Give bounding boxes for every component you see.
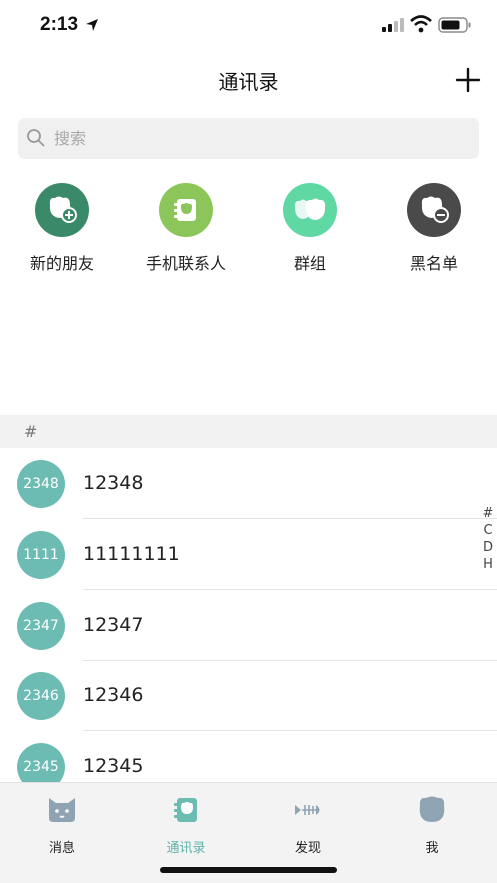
tab-me[interactable]: 我: [382, 795, 482, 856]
quick-entry-label: 手机联系人: [145, 254, 226, 273]
contact-name: 12346: [83, 684, 144, 706]
quick-entry-new-friends[interactable]: 新的朋友: [2, 183, 122, 274]
status-bar: 2:13: [0, 0, 497, 56]
quick-entry-label: 黑名单: [409, 254, 458, 273]
section-index-label: #: [24, 422, 38, 441]
quick-entry-label: 新的朋友: [29, 254, 94, 273]
group-icon: [283, 183, 337, 237]
avatar: 2348: [17, 460, 65, 508]
tab-discover[interactable]: 发现: [258, 795, 358, 856]
wifi-icon: [410, 15, 432, 33]
tab-messages[interactable]: 消息: [12, 795, 112, 856]
contact-row[interactable]: 1111 11111111: [0, 519, 497, 590]
nav-bar: 通讯录: [0, 56, 497, 104]
contact-name: 12348: [83, 472, 144, 494]
page-title: 通讯录: [218, 70, 279, 94]
contact-row[interactable]: 2347 12347: [0, 590, 497, 661]
message-icon: [12, 795, 112, 825]
tab-label: 发现: [294, 841, 321, 856]
tab-label: 消息: [48, 841, 75, 856]
index-letter[interactable]: D: [478, 539, 497, 556]
index-letter[interactable]: H: [478, 556, 497, 573]
index-letter[interactable]: #: [478, 505, 497, 522]
contact-row[interactable]: 2348 12348: [0, 448, 497, 519]
quick-entry-label: 群组: [293, 254, 326, 273]
index-letter[interactable]: C: [478, 522, 497, 539]
quick-entry-groups[interactable]: 群组: [250, 183, 370, 274]
alphabet-index-bar[interactable]: # C D H: [478, 505, 497, 573]
plus-icon[interactable]: [452, 64, 484, 96]
section-header: #: [0, 415, 497, 448]
avatar: 2347: [17, 602, 65, 650]
discover-icon: [258, 795, 358, 825]
contact-row[interactable]: 2346 12346: [0, 660, 497, 731]
quick-entry-phone-contacts[interactable]: 手机联系人: [126, 183, 246, 274]
cellular-signal-icon: [382, 18, 404, 32]
tab-contacts[interactable]: 通讯录: [136, 795, 236, 856]
contact-name: 12347: [83, 614, 144, 636]
avatar: 2346: [17, 672, 65, 720]
phone-contacts-icon: [159, 183, 213, 237]
quick-entry-blacklist[interactable]: 黑名单: [374, 183, 494, 274]
contacts-icon: [136, 795, 236, 825]
blacklist-icon: [407, 183, 461, 237]
home-indicator: [160, 867, 337, 873]
tab-label: 我: [425, 841, 439, 856]
add-friend-icon: [35, 183, 89, 237]
contact-name: 12345: [83, 755, 144, 777]
location-arrow-icon: [86, 19, 98, 31]
tab-label: 通讯录: [166, 841, 206, 856]
status-time: 2:13: [40, 14, 79, 35]
search-bar[interactable]: [18, 118, 479, 159]
contact-name: 11111111: [83, 543, 180, 565]
search-icon: [27, 129, 45, 147]
avatar: 1111: [17, 531, 65, 579]
battery-icon: [438, 17, 471, 33]
me-icon: [382, 795, 482, 825]
search-input[interactable]: [54, 118, 454, 159]
